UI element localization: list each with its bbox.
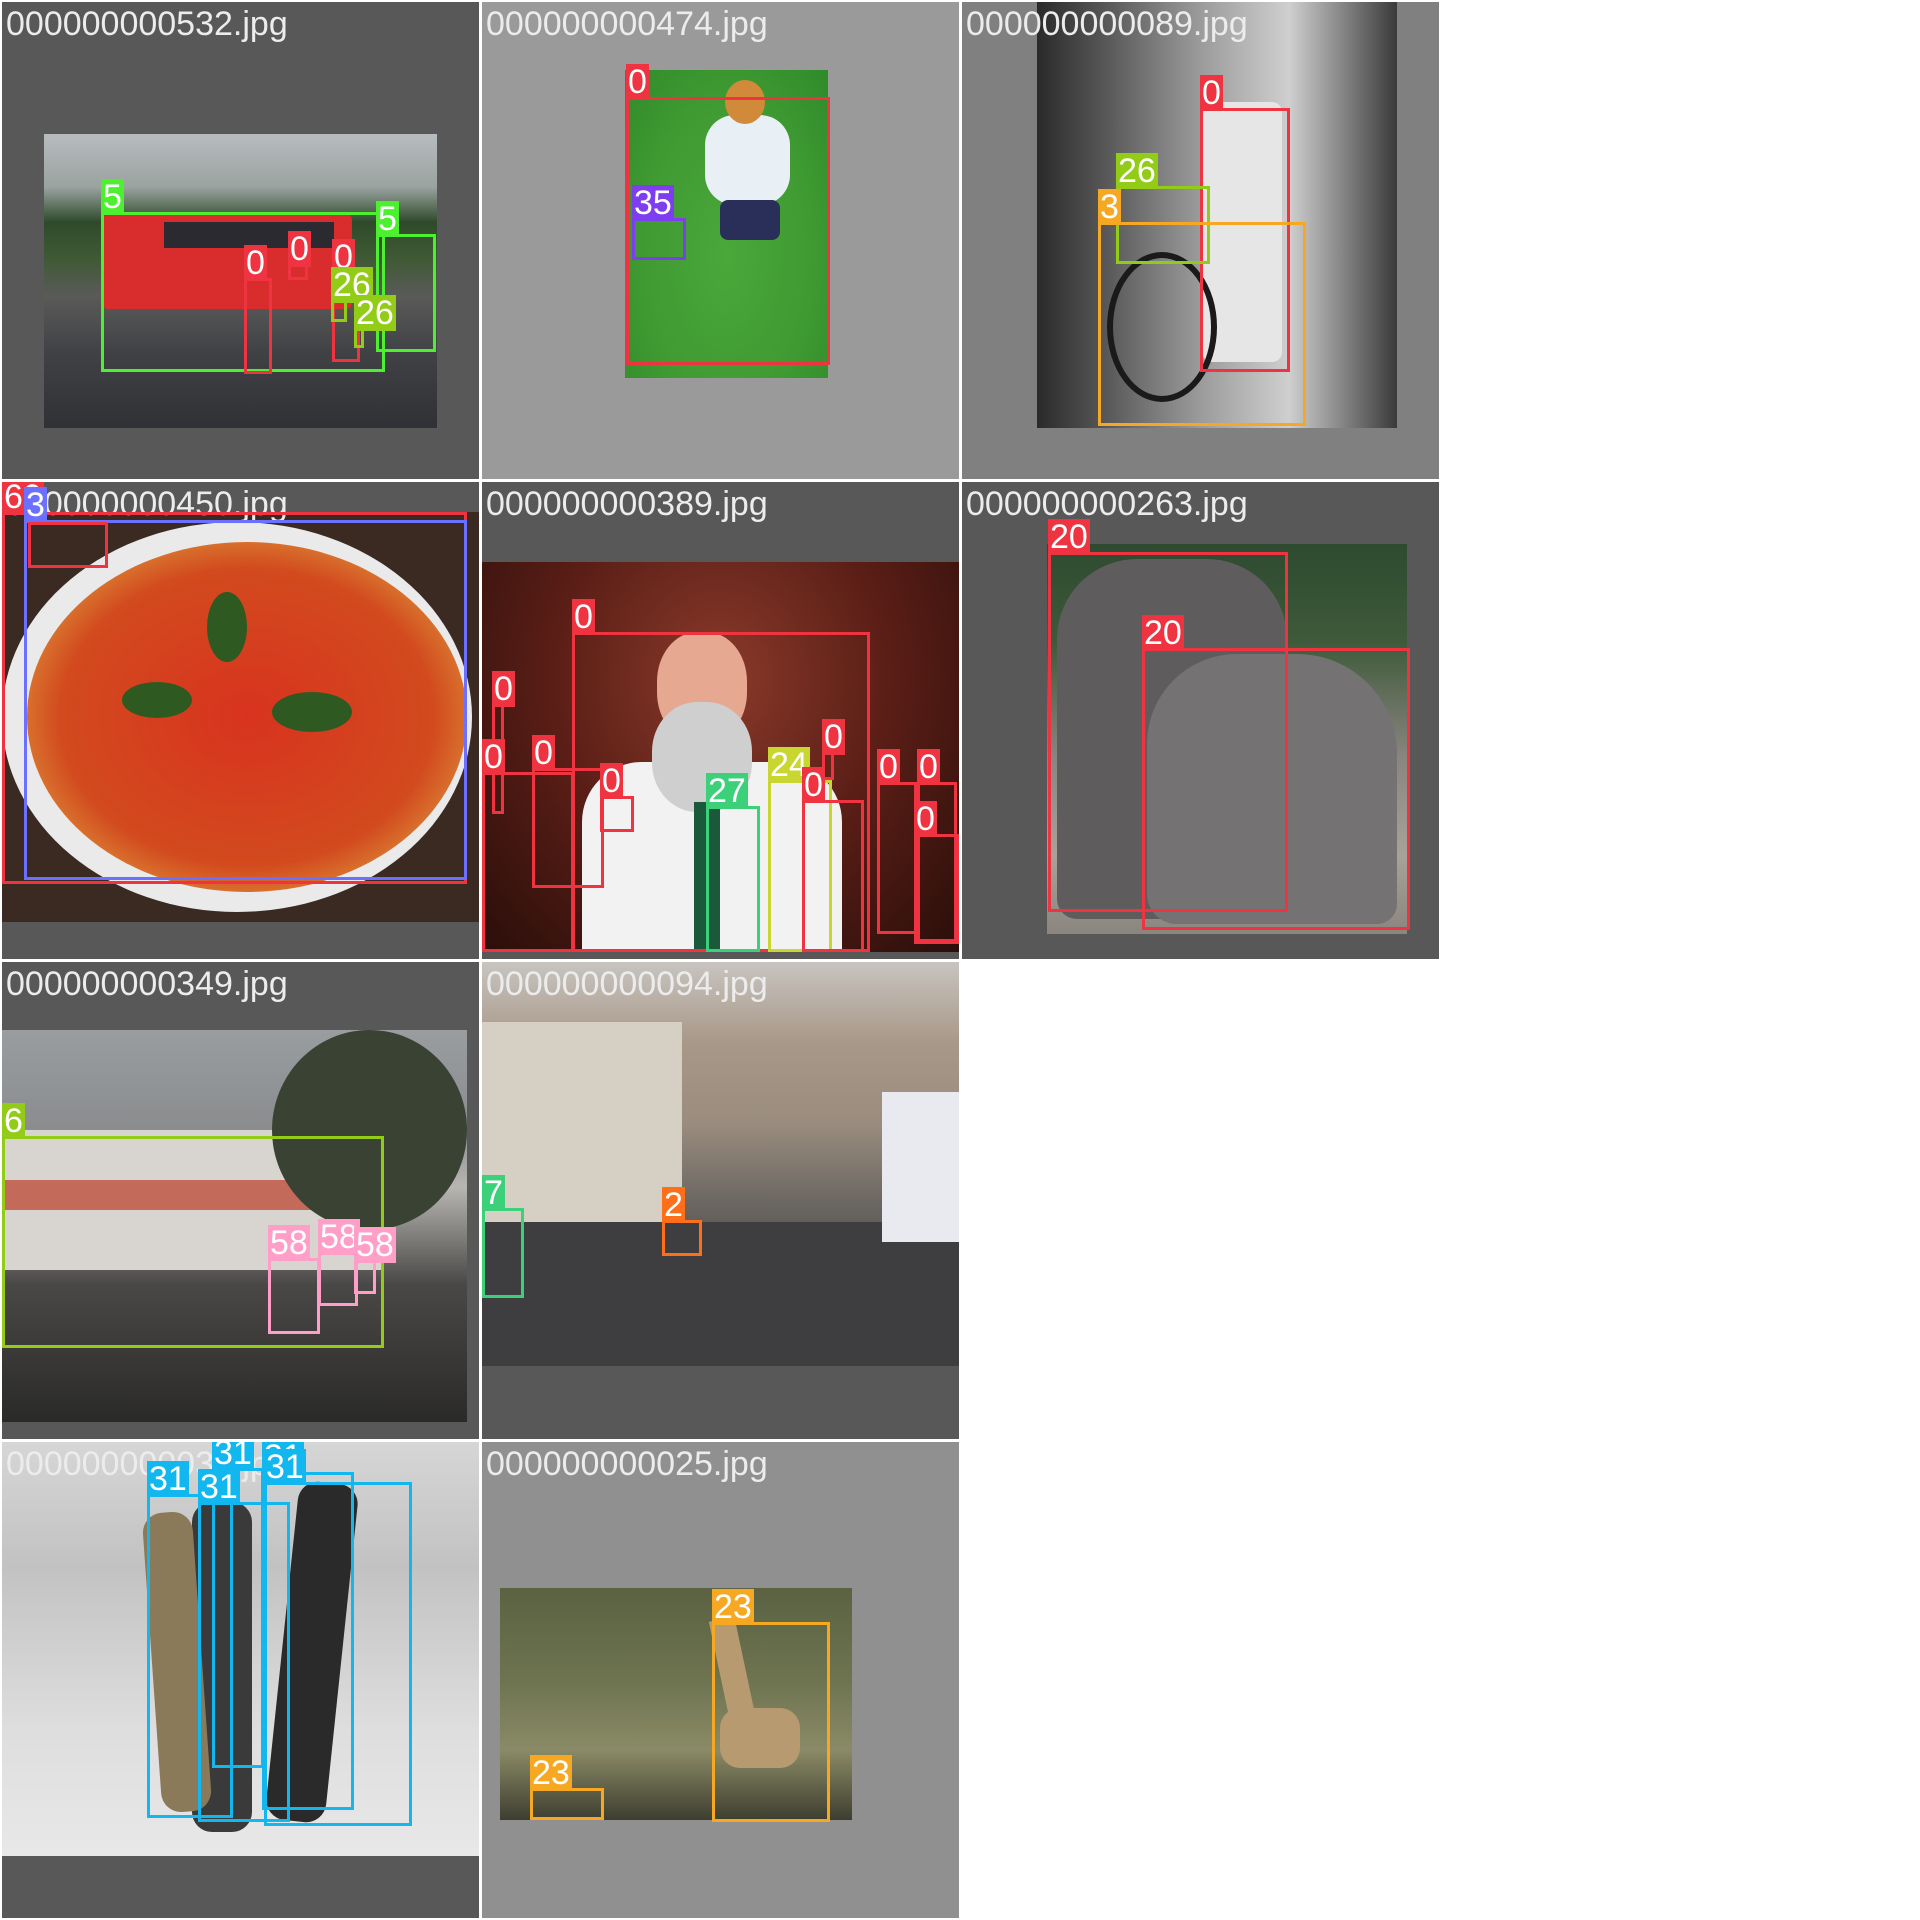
class-label: 31 bbox=[198, 1468, 240, 1506]
class-label: 31 bbox=[264, 1448, 306, 1486]
class-label: 0 bbox=[600, 762, 623, 800]
buildings-left bbox=[482, 1022, 682, 1222]
image-tile: 000000000263.jpg 20 20 bbox=[962, 482, 1439, 959]
image-tile: 000000000389.jpg 0 0 0 0 0 27 24 0 0 0 0… bbox=[482, 482, 959, 959]
class-label: 3 bbox=[1098, 188, 1121, 226]
class-label: 7 bbox=[482, 1174, 505, 1212]
class-label: 0 bbox=[482, 738, 505, 776]
class-label: 0 bbox=[877, 748, 900, 786]
class-label: 20 bbox=[1048, 518, 1090, 556]
filename-label: 000000000532.jpg bbox=[6, 5, 288, 43]
class-label: 0 bbox=[822, 718, 845, 756]
detection-box: 7 bbox=[482, 1175, 524, 1298]
detection-box: 58 bbox=[354, 1227, 396, 1294]
class-label: 6 bbox=[2, 1102, 25, 1140]
class-label: 0 bbox=[1200, 74, 1223, 112]
detection-box: 23 bbox=[530, 1755, 604, 1820]
image-tile: 000000000094.jpg 7 2 bbox=[482, 962, 959, 1439]
filename-label: 000000000474.jpg bbox=[486, 5, 768, 43]
image-tile: 000000000532.jpg 5 5 0 0 0 26 26 bbox=[2, 2, 479, 479]
image-tile: 000000000034.jpg 31 31 31 31 31 bbox=[2, 1442, 479, 1918]
detection-box bbox=[28, 522, 108, 568]
class-label: 5 bbox=[101, 178, 124, 216]
image-tile: 000000000089.jpg 0 26 3 bbox=[962, 2, 1439, 479]
class-label: 26 bbox=[1116, 152, 1158, 190]
detection-box: 58 bbox=[318, 1219, 360, 1306]
class-label: 2 bbox=[662, 1186, 685, 1224]
detection-box: 0 bbox=[877, 749, 917, 934]
filename-label: 000000000094.jpg bbox=[486, 965, 768, 1003]
class-label: 0 bbox=[917, 748, 940, 786]
class-label: 0 bbox=[572, 598, 595, 636]
detection-box: 26 bbox=[354, 295, 396, 348]
detection-box: 26 bbox=[331, 267, 373, 322]
class-label: 0 bbox=[244, 244, 267, 282]
detection-box: 58 bbox=[268, 1225, 320, 1334]
class-label: 0 bbox=[492, 670, 515, 708]
class-label: 5 bbox=[376, 200, 399, 238]
class-label: 35 bbox=[632, 184, 674, 222]
class-label: 58 bbox=[268, 1224, 310, 1262]
detection-box: 0 bbox=[288, 231, 311, 280]
image-tile: 000000000474.jpg 0 35 bbox=[482, 2, 959, 479]
detection-box: 0 bbox=[802, 767, 864, 952]
photo-street bbox=[482, 962, 959, 1366]
class-label: 58 bbox=[354, 1226, 396, 1264]
class-label: 0 bbox=[626, 63, 649, 101]
detection-box: 20 bbox=[1142, 615, 1410, 930]
filename-label: 000000000089.jpg bbox=[966, 5, 1248, 43]
filename-label: 000000000263.jpg bbox=[966, 485, 1248, 523]
class-label: 23 bbox=[712, 1588, 754, 1626]
detection-box: 3 bbox=[1098, 189, 1306, 426]
detection-box: 27 bbox=[706, 773, 760, 952]
detection-box: 5 bbox=[376, 201, 436, 352]
detection-box: 31 bbox=[264, 1449, 412, 1826]
image-tile: 000000000450.jpg 60 3 bbox=[2, 482, 479, 959]
image-tile: 000000000349.jpg 6 58 58 58 bbox=[2, 962, 479, 1439]
class-label: 0 bbox=[532, 734, 555, 772]
detection-box: 0 bbox=[532, 735, 604, 888]
detection-box: 0 bbox=[914, 801, 959, 944]
class-label: 31 bbox=[212, 1442, 254, 1471]
detection-box: 2 bbox=[662, 1187, 702, 1256]
class-label: 23 bbox=[530, 1754, 572, 1792]
filename-label: 000000000025.jpg bbox=[486, 1445, 768, 1483]
class-label: 0 bbox=[288, 230, 311, 268]
class-label: 20 bbox=[1142, 614, 1184, 652]
class-label: 0 bbox=[914, 800, 937, 838]
class-label: 3 bbox=[24, 486, 47, 524]
image-tile: 000000000025.jpg 23 23 bbox=[482, 1442, 959, 1918]
filename-label: 000000000389.jpg bbox=[486, 485, 768, 523]
class-label: 26 bbox=[354, 294, 396, 332]
class-label: 27 bbox=[706, 772, 748, 810]
detection-box: 23 bbox=[712, 1589, 830, 1822]
road bbox=[482, 1222, 959, 1366]
detection-box: 0 bbox=[244, 245, 272, 374]
detection-box: 3 bbox=[24, 487, 467, 880]
detection-box: 0 bbox=[600, 763, 634, 832]
detection-box: 0 bbox=[822, 719, 845, 780]
filename-label: 000000000349.jpg bbox=[6, 965, 288, 1003]
class-label: 31 bbox=[147, 1460, 189, 1498]
detection-box: 35 bbox=[632, 185, 686, 260]
sign-board bbox=[882, 1092, 959, 1242]
